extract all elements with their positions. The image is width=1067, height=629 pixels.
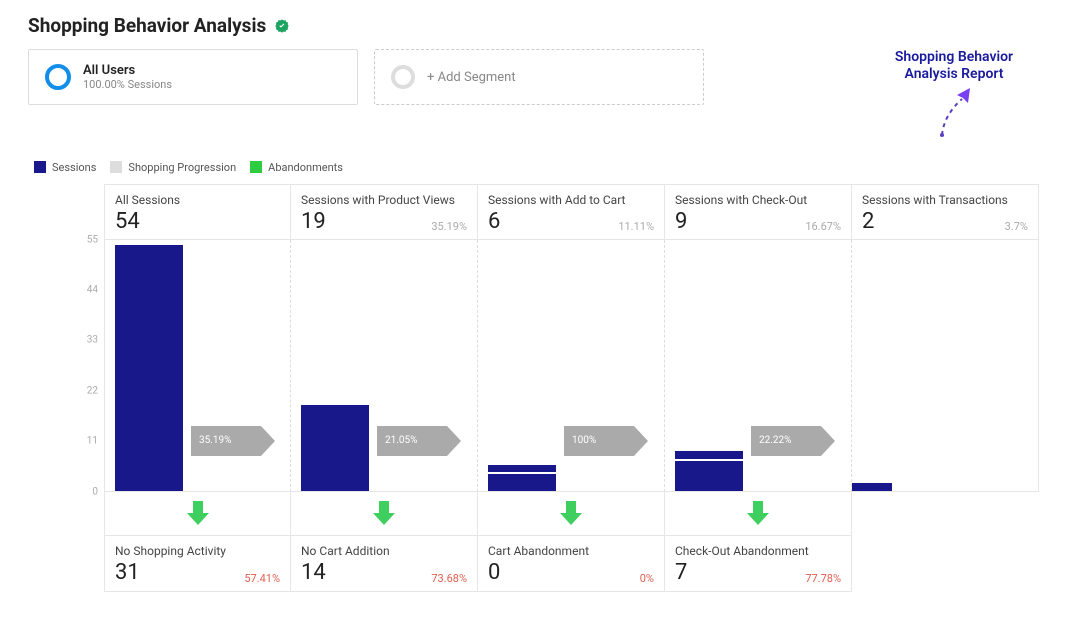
abandon-no-shopping[interactable]: No Shopping Activity 31 57.41% [104, 536, 291, 592]
arrow-down-icon [371, 499, 397, 527]
page-title: Shopping Behavior Analysis [28, 14, 266, 37]
stage-head-transactions[interactable]: Sessions with Transactions 2 3.7% [852, 184, 1039, 240]
progression-arrow-1: 35.19% [191, 426, 261, 456]
legend-progression: Shopping Progression [110, 161, 236, 174]
abandon-cart[interactable]: Cart Abandonment 0 0% [478, 536, 665, 592]
segment-circle-icon [45, 64, 71, 90]
report-link[interactable]: Shopping Behavior Analysis Report [879, 49, 1039, 149]
bar-add-to-cart [488, 465, 556, 492]
ytick: 0 [92, 486, 98, 497]
ytick: 33 [87, 335, 98, 346]
abandon-checkout[interactable]: Check-Out Abandonment 7 77.78% [665, 536, 852, 592]
legend-sessions: Sessions [34, 161, 96, 174]
abandon-arrow-3 [478, 492, 665, 536]
progression-arrow-3: 100% [564, 426, 634, 456]
abandon-arrow-2 [291, 492, 478, 536]
ytick: 22 [87, 385, 98, 396]
progression-arrow-2: 21.05% [377, 426, 447, 456]
ytick: 44 [87, 284, 98, 295]
segment-all-users[interactable]: All Users 100.00% Sessions [28, 49, 358, 105]
chart-col-3: 100% [478, 240, 665, 492]
stage-head-product-views[interactable]: Sessions with Product Views 19 35.19% [291, 184, 478, 240]
stage-head-add-to-cart[interactable]: Sessions with Add to Cart 6 11.11% [478, 184, 665, 240]
abandon-arrow-4 [665, 492, 852, 536]
add-segment-label: + Add Segment [427, 70, 516, 85]
abandon-arrow-1 [104, 492, 291, 536]
arrow-down-icon [185, 499, 211, 527]
ytick: 55 [87, 234, 98, 245]
legend: Sessions Shopping Progression Abandonmen… [28, 161, 1039, 174]
verified-badge-icon [274, 18, 290, 34]
arrow-down-icon [745, 499, 771, 527]
bar-product-views [301, 405, 369, 492]
chart-col-4: 22.22% [665, 240, 852, 492]
funnel-chart: All Sessions 54 Sessions with Product Vi… [28, 184, 1039, 592]
chart-col-5 [852, 240, 1039, 492]
bar-check-out [675, 451, 743, 492]
report-link-text: Shopping Behavior Analysis Report [879, 49, 1029, 83]
abandon-no-cart[interactable]: No Cart Addition 14 73.68% [291, 536, 478, 592]
chart-col-1: 35.19% [104, 240, 291, 492]
segment-name: All Users [83, 63, 172, 78]
add-circle-icon [391, 65, 415, 89]
stage-head-check-out[interactable]: Sessions with Check-Out 9 16.67% [665, 184, 852, 240]
legend-abandonments: Abandonments [250, 161, 343, 174]
arrow-down-icon [558, 499, 584, 527]
segment-sub: 100.00% Sessions [83, 78, 172, 91]
progression-arrow-4: 22.22% [751, 426, 821, 456]
add-segment-button[interactable]: + Add Segment [374, 49, 704, 105]
ytick: 11 [87, 436, 98, 447]
chart-col-2: 21.05% [291, 240, 478, 492]
chart-area: 55 44 33 22 11 0 35.19% [28, 240, 1039, 492]
bar-all-sessions [115, 245, 183, 492]
stage-head-all-sessions[interactable]: All Sessions 54 [104, 184, 291, 240]
